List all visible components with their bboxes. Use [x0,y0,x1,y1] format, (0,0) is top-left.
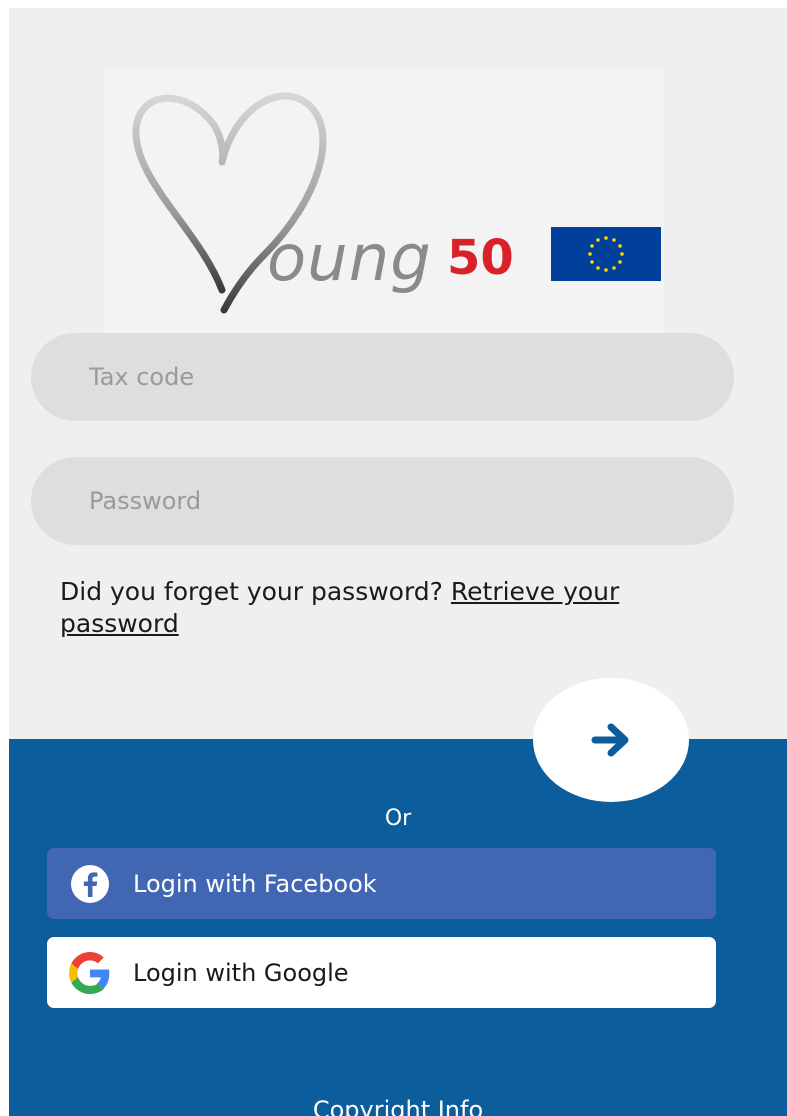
copyright-info-link[interactable]: Copyright Info [9,1096,787,1116]
logo-wordmark: oung [267,222,432,296]
eu-flag-icon [551,227,661,281]
forgot-password-text: Did you forget your password? Retrieve y… [60,576,720,640]
password-input[interactable] [87,486,734,516]
tax-code-input[interactable] [87,362,734,392]
arrow-right-icon [591,723,629,757]
app-logo: oung 50 [104,70,664,340]
login-submit-button[interactable] [533,678,689,802]
password-field[interactable] [31,457,734,545]
tax-code-field[interactable] [31,333,734,421]
or-separator: Or [384,806,412,831]
logo-number: 50 [447,230,514,286]
google-login-button[interactable]: Login with Google [47,937,716,1008]
facebook-login-button[interactable]: Login with Facebook [47,848,716,919]
facebook-icon [71,864,109,903]
forgot-password-label: Did you forget your password? [60,577,451,606]
social-login-panel [9,739,787,1116]
google-icon [69,951,110,994]
google-login-label: Login with Google [133,958,349,987]
heart-logo-icon [132,92,327,314]
login-screen: oung 50 Did you forget [9,8,787,1116]
facebook-login-label: Login with Facebook [133,869,377,898]
